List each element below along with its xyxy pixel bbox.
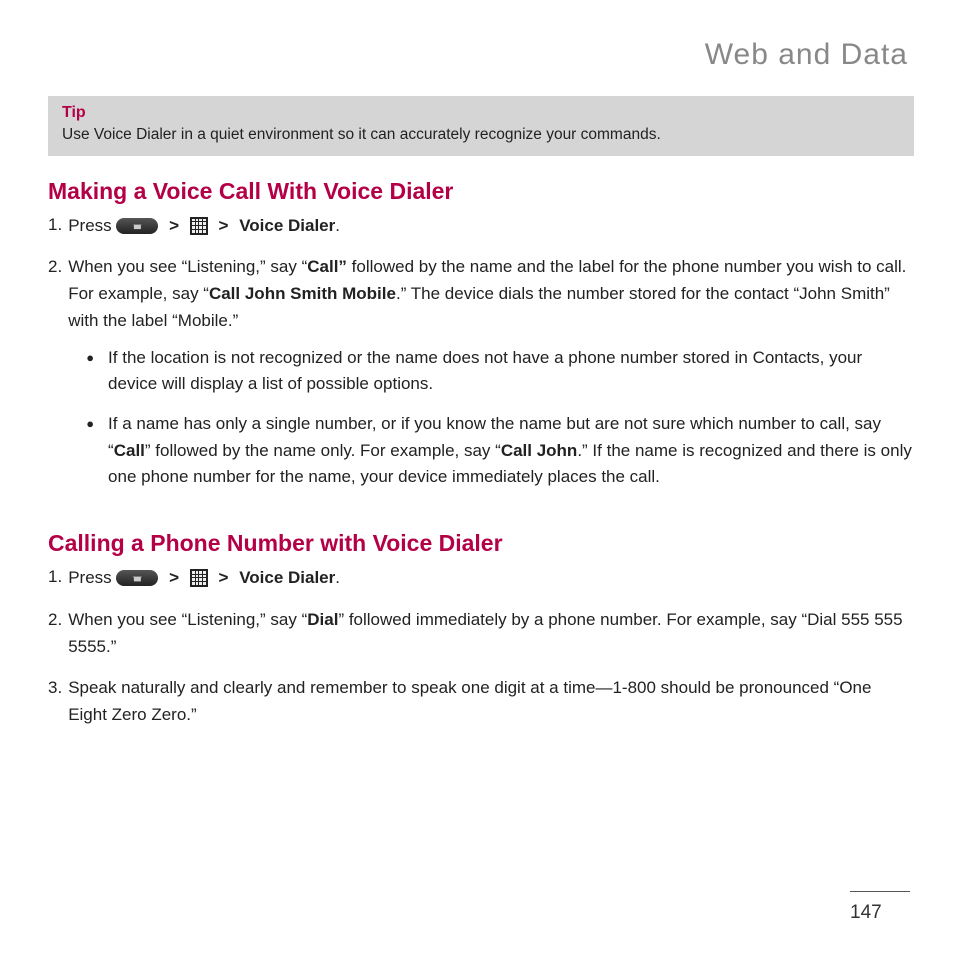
section-phone-number: Calling a Phone Number with Voice Dialer… (48, 530, 914, 728)
step-2: 2. When you see “Listening,” say “Dial” … (48, 606, 914, 660)
bold-call: Call” (307, 257, 347, 276)
step-number: 2. (48, 606, 62, 660)
apps-grid-icon (190, 217, 208, 235)
voice-dialer-label: Voice Dialer (239, 216, 335, 235)
page-number: 147 (850, 891, 910, 924)
step-body: When you see “Listening,” say “ Call” fol… (68, 253, 914, 504)
bold-dial: Dial (307, 610, 338, 629)
step-1: 1. Press > > Voice Dialer. (48, 563, 914, 591)
step-body: Speak naturally and clearly and remember… (68, 674, 914, 728)
home-key-icon (116, 218, 158, 234)
bold-call-john: Call John (501, 441, 578, 460)
separator: > (219, 564, 229, 591)
separator: > (169, 564, 179, 591)
text: When you see “Listening,” say “ (68, 257, 307, 276)
step-number: 2. (48, 253, 62, 504)
bullet-text: If a name has only a single number, or i… (108, 411, 914, 490)
tip-text: Use Voice Dialer in a quiet environment … (62, 126, 900, 144)
section-voice-call: Making a Voice Call With Voice Dialer 1.… (48, 178, 914, 504)
page-header: Web and Data (48, 38, 914, 72)
step-3: 3. Speak naturally and clearly and remem… (48, 674, 914, 728)
step-body: Press > > Voice Dialer. (68, 211, 914, 239)
step-number: 1. (48, 563, 62, 591)
apps-grid-icon (190, 569, 208, 587)
bullet-item: If a name has only a single number, or i… (68, 411, 914, 490)
separator: > (169, 212, 179, 239)
separator: > (219, 212, 229, 239)
text: ” followed by the name only. For example… (145, 441, 501, 460)
step-number: 3. (48, 674, 62, 728)
home-key-icon (116, 570, 158, 586)
tip-box: Tip Use Voice Dialer in a quiet environm… (48, 96, 914, 156)
text: Press (68, 568, 116, 587)
heading-voice-call: Making a Voice Call With Voice Dialer (48, 178, 914, 205)
voice-dialer-label: Voice Dialer (239, 568, 335, 587)
step-body: Press > > Voice Dialer. (68, 563, 914, 591)
step-number: 1. (48, 211, 62, 239)
text: Press (68, 216, 116, 235)
bold-example: Call John Smith Mobile (209, 284, 396, 303)
step-2: 2. When you see “Listening,” say “ Call” … (48, 253, 914, 504)
bold-call: Call (114, 441, 145, 460)
bullet-text: If the location is not recognized or the… (108, 345, 914, 398)
step-body: When you see “Listening,” say “Dial” fol… (68, 606, 914, 660)
heading-phone-number: Calling a Phone Number with Voice Dialer (48, 530, 914, 557)
bullet-item: If the location is not recognized or the… (68, 345, 914, 398)
text: When you see “Listening,” say “ (68, 610, 307, 629)
period: . (335, 216, 340, 235)
period: . (335, 568, 340, 587)
step-1: 1. Press > > Voice Dialer. (48, 211, 914, 239)
tip-label: Tip (62, 104, 900, 122)
